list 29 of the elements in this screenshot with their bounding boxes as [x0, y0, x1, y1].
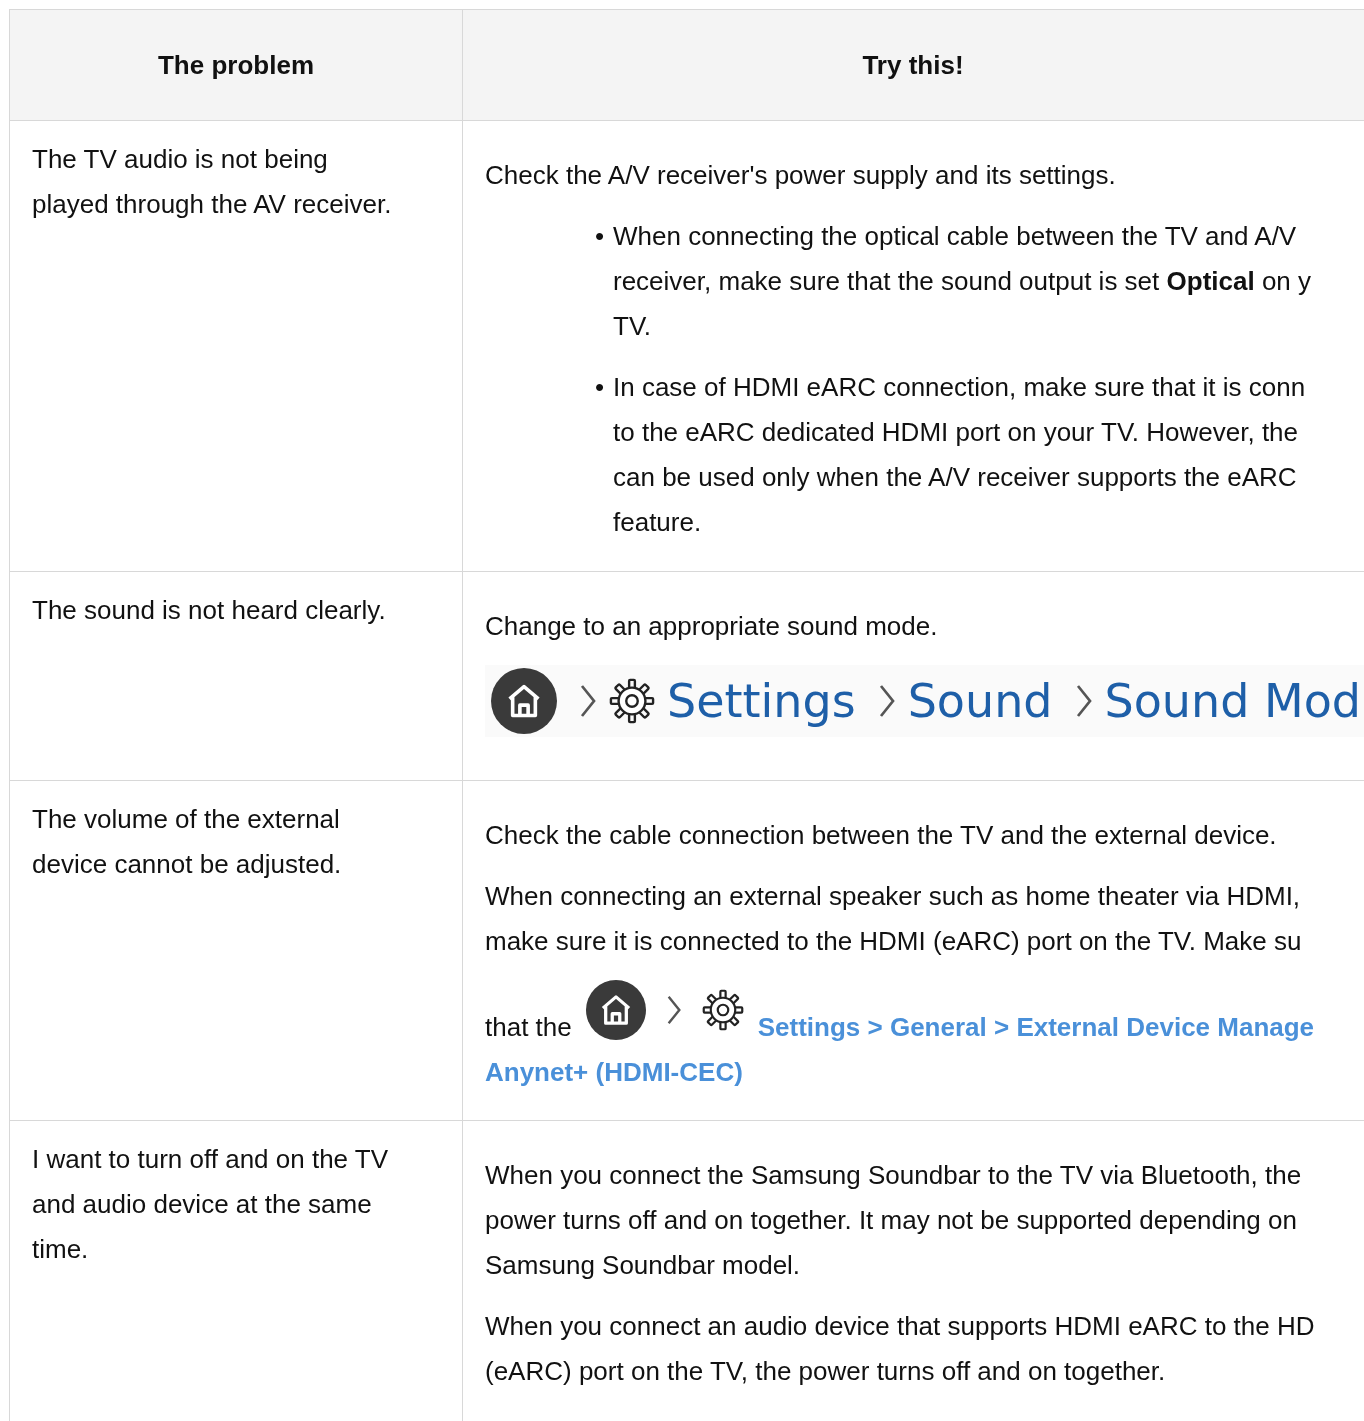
problem-text: The sound is not heard clearly.	[32, 594, 387, 627]
gear-icon	[609, 678, 655, 724]
problem-text: The TV audio is not being played through the AV receiver.	[32, 143, 393, 221]
column-header: The problem	[10, 10, 463, 120]
instruction-text: that the	[485, 1011, 572, 1044]
instruction-text: Check the A/V receiver's power supply and its settings.	[485, 159, 1117, 192]
bullet-text: When connecting the optical cable between the TV and A/V receiver, make sure that the sound output is set Optical on y TV.	[613, 220, 1312, 343]
home-icon	[491, 668, 557, 734]
instruction-text: Check the cable connection between the TV and the external device.	[485, 819, 1278, 852]
chevron-icon	[665, 994, 682, 1026]
bullet-marker: •	[595, 220, 606, 253]
instruction-text: When connecting an external speaker such as home theater via HDMI, make sure it is connected to the HDMI (eARC) port on the TV. Make su	[485, 880, 1303, 958]
settings-path-link[interactable]: Anynet+ (HDMI-CEC)	[485, 1050, 1315, 1095]
problem-text: I want to turn off and on the TV and audio device at the same time.	[32, 1143, 390, 1266]
settings-path-link[interactable]: Settings > General > External Device Manage	[757, 1005, 1315, 1050]
bullet-text: In case of HDMI eARC connection, make sure that it is conn to the eARC dedicated HDMI port on your TV. However, the can be used only when the A/V receiver supports the eARC feature.	[613, 371, 1306, 539]
instruction-text: When you connect an audio device that supports HDMI eARC to the HD (eARC) port on the TV, the power turns off and on together.	[485, 1310, 1315, 1388]
problem-text: The volume of the external device cannot be adjusted.	[32, 803, 343, 881]
chevron-icon	[579, 683, 597, 719]
chevron-icon	[877, 683, 896, 719]
gear-icon	[701, 989, 744, 1031]
instruction-text: When you connect the Samsung Soundbar to the TV via Bluetooth, the power turns off and on together. It may not be supported depending on Samsung Soundbar model.	[485, 1159, 1303, 1282]
chevron-icon	[1074, 683, 1093, 719]
menu-path-step: Sound	[907, 678, 1053, 724]
home-icon	[585, 980, 646, 1040]
column-header: Try this!	[861, 48, 965, 82]
menu-path-step: Sound Mod	[1104, 678, 1362, 724]
bullet-marker: •	[595, 371, 606, 404]
instruction-text: Change to an appropriate sound mode.	[485, 610, 939, 643]
